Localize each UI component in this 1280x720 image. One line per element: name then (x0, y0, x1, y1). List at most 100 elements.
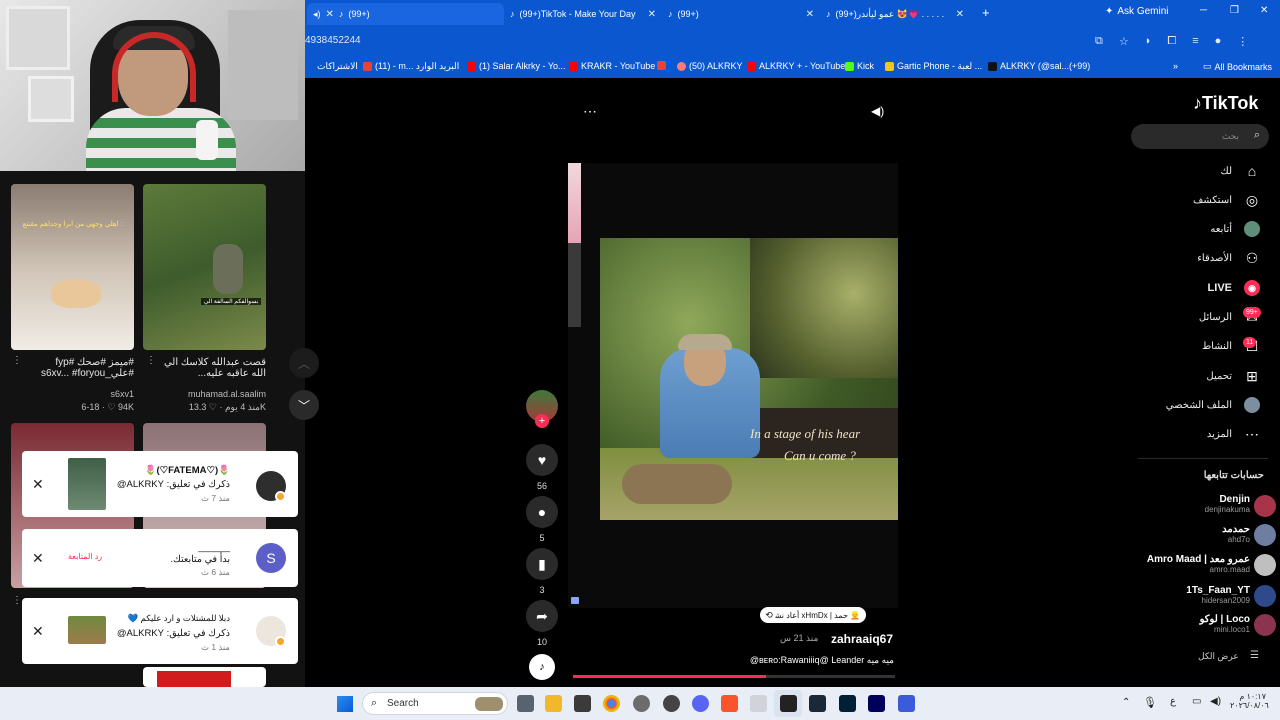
search-icon[interactable]: ⌕ (1254, 129, 1260, 142)
bookmark-item[interactable]: Gartic Phone - لعبة ... (885, 61, 982, 72)
steam-icon[interactable] (809, 695, 826, 712)
bookmark-item[interactable]: (11) - m... البريد الوارد (363, 61, 459, 72)
bookmark-item[interactable]: Kick (845, 61, 874, 71)
tab-close-icon[interactable]: ✕ (326, 9, 334, 20)
music-disc-icon[interactable]: ♪ (529, 654, 555, 680)
tab-close-icon[interactable]: ✕ (956, 9, 964, 20)
nav-for-you[interactable]: ⌂ لك (1221, 163, 1260, 179)
premiere-icon[interactable] (868, 695, 885, 712)
nav-upload[interactable]: ⊞ تحميل (1206, 368, 1260, 384)
bookmark-item[interactable]: الاشتراكات (317, 61, 358, 72)
media-icon[interactable]: ≡ (1192, 35, 1198, 48)
sound-action[interactable]: ♪ (526, 654, 558, 680)
bookmark-star-icon[interactable]: ☆ (1119, 35, 1129, 48)
minimize-button[interactable]: ─ (1200, 5, 1207, 16)
bookmark-item[interactable]: KRAKR - YouTube (569, 61, 655, 71)
post-description[interactable]: ميه ميه ʙᴇʀᴏ:Rawaniiiq@ Leander@ (734, 655, 894, 666)
clock[interactable]: ١٠:١٧ م ٢٠٢٦/٠٨/٠٦ (1230, 692, 1269, 710)
extension-icon[interactable]: ◗ (1145, 35, 1152, 48)
video-thumbnail[interactable] (143, 667, 266, 687)
install-icon[interactable]: ⧉ (1095, 35, 1103, 48)
app-icon[interactable] (750, 695, 767, 712)
close-icon[interactable]: ✕ (32, 623, 44, 640)
all-bookmarks[interactable]: ▭ All Bookmarks (1203, 61, 1272, 72)
photoshop-icon[interactable] (839, 695, 856, 712)
file-explorer-icon[interactable] (545, 695, 562, 712)
bookmark-item[interactable]: ALKRKY + - YouTube (747, 61, 845, 71)
language-indicator[interactable]: ع (1170, 696, 1176, 707)
bookmark-item[interactable]: (50) ALKRKY (677, 61, 743, 71)
tab[interactable]: ♪ (99+)عمو ليأندر 😻💗 . . . . . ✕ (820, 3, 970, 25)
more-icon[interactable]: ⋮ (12, 355, 22, 366)
close-icon[interactable]: ✕ (32, 550, 44, 567)
avatar[interactable]: S (256, 543, 286, 573)
bookmark-item[interactable]: ALKRKY (@sal...(+99) (988, 61, 1090, 71)
notification-toast[interactable]: ✕ دبلا للمشتلات و ارد عليكم 💙 ذكرك في تع… (22, 598, 298, 664)
tab-close-icon[interactable]: ✕ (648, 9, 656, 20)
share-icon[interactable]: ➦ (526, 600, 558, 632)
close-icon[interactable]: ✕ (32, 476, 44, 493)
tab[interactable]: ◂) ✕ ♪ (99+) (307, 3, 504, 25)
new-tab-button[interactable]: + (982, 5, 990, 20)
video-caption[interactable]: قصت عبدالله كلاسك الي الله عاقبه عليه... (160, 357, 266, 379)
following-account[interactable]: لوكو | Loco mini.loco1 (1200, 614, 1250, 634)
tab-close-icon[interactable]: ✕ (806, 9, 814, 20)
follow-plus-button[interactable]: + (535, 414, 549, 428)
video-thumbnail[interactable]: اهلي وجهي من ابرا وجداهم مقتنع : (11, 184, 134, 350)
windows-start-icon[interactable] (337, 696, 353, 712)
brave-icon[interactable] (721, 695, 738, 712)
nav-live[interactable]: ◉ LIVE (1208, 280, 1260, 296)
video-caption[interactable]: #ميمز #صحك #fyp #علي_s6xv... #foryou (36, 357, 134, 379)
maximize-button[interactable]: ❐ (1230, 5, 1239, 16)
caption-toggle-icon[interactable] (571, 597, 579, 604)
task-view-icon[interactable] (517, 695, 534, 712)
profile-avatar[interactable]: ● (1215, 35, 1222, 48)
more-icon[interactable]: ⋮ (12, 595, 22, 606)
tab[interactable]: ♪ (99+) ✕ (662, 3, 820, 25)
video-thumbnail[interactable]: بسوالفكم السالفة الي (143, 184, 266, 350)
post-author[interactable]: zahraaiq67 (831, 632, 893, 646)
bookmark-item[interactable]: (1) Salar Alkrky - Yo... (467, 61, 566, 71)
chrome-icon[interactable] (603, 695, 620, 712)
see-all-link[interactable]: عرض الكل (1198, 651, 1239, 662)
volume-icon[interactable]: ◀) (871, 104, 884, 118)
nav-friends[interactable]: ⚇ الأصدقاء (1197, 250, 1260, 266)
following-account[interactable]: Denjin denjinakuma (1205, 494, 1250, 514)
scroll-down-button[interactable]: ﹀ (289, 390, 319, 420)
nav-explore[interactable]: ◎ استكشف (1193, 192, 1260, 208)
following-account[interactable]: Amro Maad | عمرو معد amro.maad (1147, 554, 1250, 574)
share-action[interactable]: ➦ 10 (526, 600, 558, 647)
display-icon[interactable]: ▭ (1192, 696, 1201, 707)
discord-icon[interactable] (692, 695, 709, 712)
notification-toast[interactable]: ✕ رد المتابعة ______ بدأ في متابعتك. منذ… (22, 529, 298, 587)
following-account[interactable]: 1Ts_Faan_YT hidersan2009 (1186, 585, 1250, 605)
bookmark-icon[interactable]: ▮ (526, 548, 558, 580)
app-icon[interactable] (633, 695, 650, 712)
heart-icon[interactable]: ♥ (526, 444, 558, 476)
avatar[interactable] (1254, 554, 1276, 576)
like-action[interactable]: ♥ 56 (526, 444, 558, 491)
nav-following[interactable]: أتابعه (1210, 221, 1260, 237)
nav-profile[interactable]: الملف الشخصي (1166, 397, 1260, 413)
follow-back-button[interactable]: رد المتابعة (68, 552, 102, 561)
tab[interactable]: ♪ (99+)TikTok - Make Your Day ✕ (504, 3, 662, 25)
obs-icon[interactable] (663, 695, 680, 712)
avatar[interactable] (1254, 614, 1276, 636)
scroll-up-button[interactable]: ︿ (289, 348, 319, 378)
capcut-icon[interactable] (780, 695, 797, 712)
comment-action[interactable]: ● 5 (526, 496, 558, 543)
tray-overflow-icon[interactable]: ⌃ (1122, 697, 1130, 708)
comment-icon[interactable]: ● (526, 496, 558, 528)
microphone-icon[interactable]: 🎙 (1143, 696, 1157, 709)
puzzle-icon[interactable]: ⧠ (1167, 35, 1176, 48)
kebab-menu-icon[interactable]: ⋮ (1237, 35, 1248, 48)
avatar[interactable] (1254, 524, 1276, 546)
more-icon[interactable]: ⋮ (146, 355, 156, 366)
taskbar-search[interactable]: ⌕ Search (362, 692, 508, 715)
video-author[interactable]: s6xv1 (36, 389, 134, 399)
video-author[interactable]: muhamad.al.saalim (160, 389, 266, 399)
search-box[interactable]: بحث ⌕ (1131, 124, 1269, 149)
tiktok-logo[interactable]: ♪TikTok (1193, 93, 1258, 114)
url-field[interactable]: 4938452244 (305, 35, 361, 46)
avatar[interactable] (1254, 495, 1276, 517)
